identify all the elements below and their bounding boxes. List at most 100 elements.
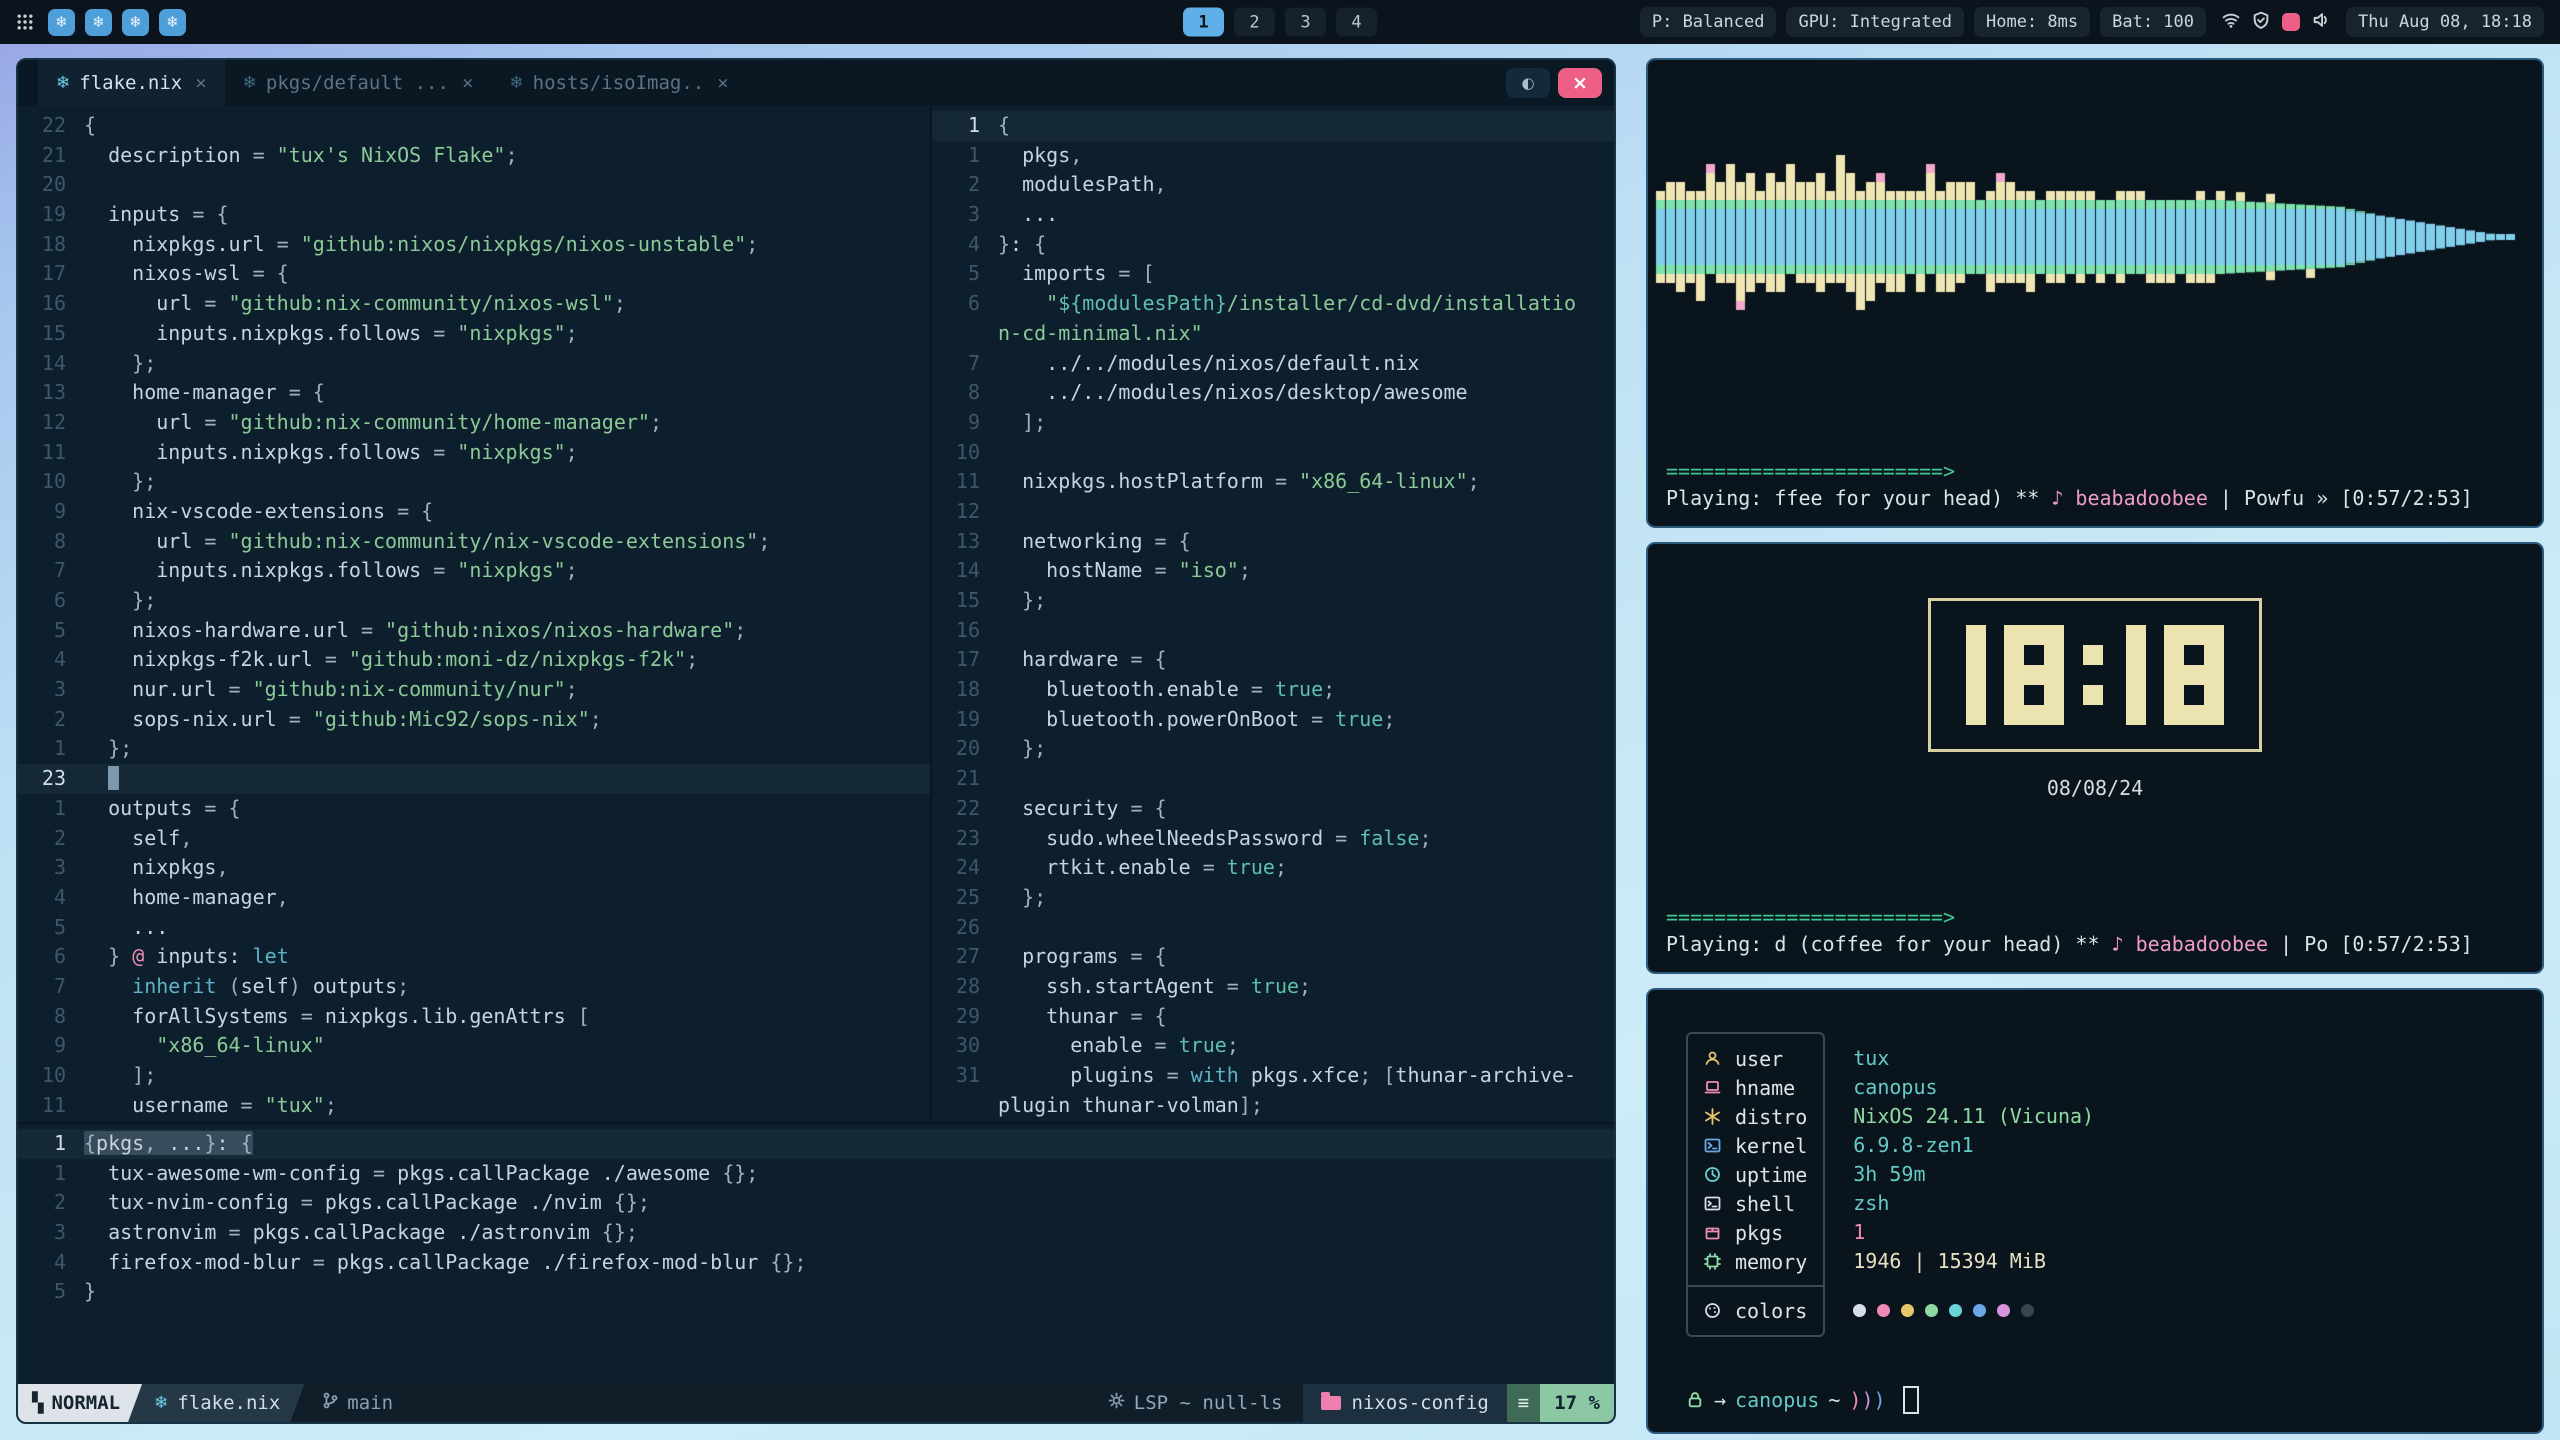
string-token: "github:moni-dz/nixpkgs-f2k" — [349, 647, 686, 671]
shield-icon[interactable] — [2252, 11, 2270, 34]
fetch-label: memory — [1735, 1250, 1807, 1274]
fetch-label: distro — [1735, 1105, 1807, 1129]
speaker-icon[interactable] — [2312, 11, 2330, 34]
line-number: 14 — [18, 349, 84, 379]
nix-app-icon[interactable]: ❄ — [159, 9, 186, 36]
network-latency-indicator[interactable]: Home: 8ms — [1974, 7, 2090, 37]
editor-tab[interactable]: ❄flake.nix× — [38, 60, 225, 106]
tab-close-icon[interactable]: × — [717, 72, 728, 94]
fetch-row: kernel — [1688, 1131, 1823, 1160]
line-number: 11 — [18, 438, 84, 468]
nix-app-icon[interactable]: ❄ — [48, 9, 75, 36]
code-text: home-manager = { — [84, 378, 325, 408]
code-line: 6 }; — [18, 586, 930, 616]
token: ; — [614, 291, 626, 315]
token: ; — [734, 618, 746, 642]
workspace-tag-4[interactable]: 4 — [1336, 8, 1377, 37]
token: = — [204, 529, 216, 553]
token: = — [1118, 261, 1130, 285]
workspace-tag-2[interactable]: 2 — [1234, 8, 1275, 37]
color-swatch-icon[interactable] — [2282, 13, 2300, 31]
window-toggle-button[interactable]: ◐ — [1506, 68, 1550, 98]
token: } — [998, 232, 1010, 256]
editor-tab[interactable]: ❄pkgs/default ...× — [225, 60, 492, 106]
code-text: }; — [84, 586, 156, 616]
code-line: 8 forAllSystems = nixpkgs.lib.genAttrs [ — [18, 1002, 930, 1032]
token: = — [1130, 944, 1142, 968]
token: with — [1191, 1063, 1239, 1087]
token: = — [1203, 855, 1215, 879]
code-text: hostName = "iso"; — [998, 556, 1251, 586]
tab-close-icon[interactable]: × — [195, 72, 206, 94]
editor-tab[interactable]: ❄hosts/isoImag..× — [491, 60, 746, 106]
code-line: 13 networking = { — [932, 527, 1614, 557]
token: ; — [746, 232, 758, 256]
project-label: nixos-config — [1352, 1392, 1489, 1414]
line-number: 22 — [18, 111, 84, 141]
clock-indicator[interactable]: Thu Aug 08, 18:18 — [2346, 7, 2544, 37]
power-profile-indicator[interactable]: P: Balanced — [1640, 7, 1777, 37]
app-launcher-icon[interactable] — [16, 13, 34, 31]
palette-dot — [1949, 1304, 1962, 1317]
tab-label: pkgs/default ... — [266, 72, 449, 94]
window-close-button[interactable]: × — [1558, 68, 1602, 98]
code-text: }; — [84, 467, 156, 497]
user-icon — [1704, 1050, 1723, 1067]
terminal-prompt[interactable]: →canopus~))) — [1686, 1386, 2542, 1432]
code-line: 5} — [18, 1277, 1614, 1307]
string-token: "github:nix-community/nix-vscode-extensi… — [229, 529, 759, 553]
clock-colon — [2083, 625, 2103, 725]
string-token: "${modulesPath}/installer/cd-dvd/install… — [1046, 291, 1576, 315]
code-text: nixpkgs.hostPlatform = "x86_64-linux"; — [998, 467, 1480, 497]
line-number — [932, 1091, 998, 1121]
separator-line: =======================> — [1666, 458, 2524, 485]
tab-close-icon[interactable]: × — [462, 72, 473, 94]
fetch-value: 1946 | 15394 MiB — [1853, 1247, 2094, 1276]
code-text: plugin thunar-volman]; — [998, 1091, 1263, 1121]
token: ; — [1034, 588, 1046, 612]
line-number: 1 — [18, 1129, 84, 1159]
workspace-tag-1[interactable]: 1 — [1183, 8, 1224, 37]
line-number: 3 — [932, 200, 998, 230]
code-line: 19 inputs = { — [18, 200, 930, 230]
code-line: 29 thunar = { — [932, 1002, 1614, 1032]
code-line: 20 — [18, 170, 930, 200]
editor-main-split: 22{21 description = "tux's NixOS Flake";… — [18, 106, 1614, 1122]
code-text: } — [84, 1277, 96, 1307]
token: ; — [794, 1250, 806, 1274]
editor-tabs: ❄flake.nix×❄pkgs/default ...×❄hosts/isoI… — [38, 60, 747, 106]
top-bar: ❄ ❄ ❄ ❄ 1234 P: Balanced GPU: Integrated Ho… — [0, 0, 2560, 44]
token: , — [1155, 172, 1167, 196]
string-token: "github:Mic92/sops-nix" — [313, 707, 590, 731]
token: = — [1227, 974, 1239, 998]
code-pane-flake[interactable]: 22{21 description = "tux's NixOS Flake";… — [18, 106, 930, 1122]
line-number: 17 — [18, 259, 84, 289]
code-text: thunar = { — [998, 1002, 1167, 1032]
token: = — [397, 499, 409, 523]
token: false — [1359, 826, 1419, 850]
nix-app-icon[interactable]: ❄ — [85, 9, 112, 36]
token: , — [1070, 143, 1082, 167]
fetch-row: user — [1688, 1044, 1823, 1073]
wifi-icon[interactable] — [2222, 11, 2240, 34]
token: = — [204, 796, 216, 820]
token: ; — [1227, 1033, 1239, 1057]
token: = — [277, 232, 289, 256]
scroll-icon: ≡ — [1507, 1384, 1540, 1422]
token: { — [229, 796, 241, 820]
token: { — [421, 499, 433, 523]
battery-indicator[interactable]: Bat: 100 — [2100, 7, 2206, 37]
code-pane-pkgs[interactable]: 1{pkgs, ...}: {1 tux-awesome-wm-config =… — [18, 1122, 1614, 1384]
token: , — [180, 826, 192, 850]
tabline: ❄flake.nix×❄pkgs/default ...×❄hosts/isoI… — [18, 60, 1614, 106]
gpu-indicator[interactable]: GPU: Integrated — [1786, 7, 1964, 37]
code-text: forAllSystems = nixpkgs.lib.genAttrs [ — [84, 1002, 590, 1032]
code-pane-iso[interactable]: 1{1 pkgs,2 modulesPath,3 ...4}: {5 impor… — [930, 106, 1614, 1122]
line-number: 5 — [18, 1277, 84, 1307]
nix-app-icon[interactable]: ❄ — [122, 9, 149, 36]
line-number: 19 — [18, 200, 84, 230]
fetch-label: hname — [1735, 1076, 1795, 1100]
workspace-tag-3[interactable]: 3 — [1285, 8, 1326, 37]
playing-text: Po — [2304, 932, 2328, 956]
palette-dot — [1901, 1304, 1914, 1317]
